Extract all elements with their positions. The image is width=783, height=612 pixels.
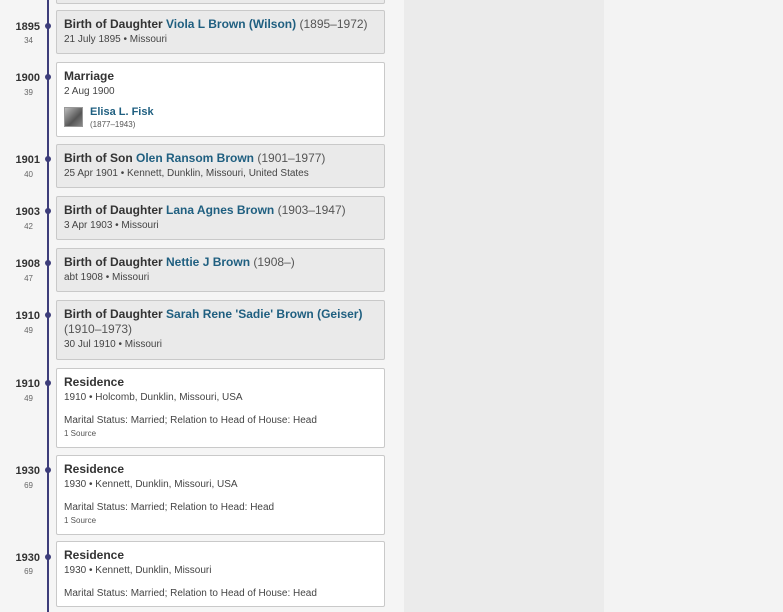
event-year: 1910: [15, 378, 40, 390]
timeline-dot: [45, 467, 51, 473]
event-date-place: 25 Apr 1901 • Kennett, Dunklin, Missouri…: [64, 168, 309, 179]
event-title: Residence: [64, 375, 125, 389]
event-title: Residence: [64, 548, 125, 562]
event-date-place: 1930 • Kennett, Dunklin, Missouri, USA: [64, 479, 238, 490]
event-year: 1910: [15, 310, 40, 322]
event-kind: Birth of Son: [64, 151, 133, 165]
event-year: 1901: [15, 154, 40, 166]
event-title: Marriage: [64, 69, 115, 83]
event-kind: Birth of Daughter: [64, 203, 163, 217]
event-title: Birth of Daughter Nettie J Brown (1908–): [64, 255, 377, 270]
timeline-dot: [45, 23, 51, 29]
person-link[interactable]: Olen Ransom Brown: [136, 151, 254, 165]
event-title: Birth of Daughter Viola L Brown (Wilson)…: [64, 17, 377, 32]
person-link[interactable]: Sarah Rene 'Sadie' Brown (Geiser): [166, 307, 362, 321]
person-dates: (1903–1947): [277, 203, 346, 217]
event-age: 42: [24, 222, 33, 231]
event-detail: Marital Status: Married; Relation to Hea…: [64, 588, 317, 599]
event-year: 1930: [15, 465, 40, 477]
avatar: [64, 107, 83, 127]
event-detail: Marital Status: Married; Relation to Hea…: [64, 502, 275, 513]
event-age: 47: [24, 274, 33, 283]
event-title: Birth of Daughter Sarah Rene 'Sadie' Bro…: [64, 307, 377, 337]
timeline-dot: [45, 380, 51, 386]
event-date-place: 21 July 1895 • Missouri: [64, 34, 167, 45]
event-age: 49: [24, 326, 33, 335]
timeline-dot: [45, 312, 51, 318]
event-card[interactable]: Residence 1930 • Kennett, Dunklin, Misso…: [56, 541, 385, 607]
person-link[interactable]: Lana Agnes Brown: [166, 203, 274, 217]
spouse-dates: (1877–1943): [90, 120, 136, 129]
timeline-dot: [45, 260, 51, 266]
event-age: 49: [24, 394, 33, 403]
timeline-dot: [45, 74, 51, 80]
timeline-dot: [45, 554, 51, 560]
event-card[interactable]: Residence 1910 • Holcomb, Dunklin, Misso…: [56, 368, 385, 448]
event-card[interactable]: Marriage 2 Aug 1900 Elisa L. Fisk (1877–…: [56, 62, 385, 137]
event-year: 1908: [15, 258, 40, 270]
person-dates: (1908–): [253, 255, 295, 269]
event-title: Residence: [64, 462, 125, 476]
timeline-dot: [45, 156, 51, 162]
event-date-place: 30 Jul 1910 • Missouri: [64, 339, 162, 350]
event-age: 69: [24, 481, 33, 490]
person-link[interactable]: Nettie J Brown: [166, 255, 250, 269]
event-date-place: 1910 • Holcomb, Dunklin, Missouri, USA: [64, 392, 243, 403]
event-age: 40: [24, 170, 33, 179]
source-link[interactable]: 1 Source: [64, 516, 377, 525]
right-panel: [604, 0, 783, 612]
event-year: 1895: [15, 21, 40, 33]
event-kind: Birth of Daughter: [64, 17, 163, 31]
event-year: 1903: [15, 206, 40, 218]
event-title: Birth of Son Olen Ransom Brown (1901–197…: [64, 151, 377, 166]
event-detail: Marital Status: Married; Relation to Hea…: [64, 415, 317, 426]
person-dates: (1910–1973): [64, 322, 133, 336]
event-title: Birth of Daughter Lana Agnes Brown (1903…: [64, 203, 377, 218]
event-age: 39: [24, 88, 33, 97]
event-card[interactable]: Birth of Daughter Viola L Brown (Wilson)…: [56, 10, 385, 54]
event-kind: Birth of Daughter: [64, 255, 163, 269]
spouse-entry[interactable]: Elisa L. Fisk (1877–1943): [64, 106, 377, 129]
event-date-place: 1930 • Kennett, Dunklin, Missouri: [64, 565, 212, 576]
event-year: 1930: [15, 552, 40, 564]
event-card[interactable]: Residence 1930 • Kennett, Dunklin, Misso…: [56, 455, 385, 535]
middle-panel: [404, 0, 604, 612]
event-year: 1900: [15, 72, 40, 84]
event-card[interactable]: Birth of Daughter Sarah Rene 'Sadie' Bro…: [56, 300, 385, 360]
event-kind: Birth of Daughter: [64, 307, 163, 321]
event-card[interactable]: Birth of Daughter Lana Agnes Brown (1903…: [56, 196, 385, 240]
person-dates: (1895–1972): [299, 17, 368, 31]
timeline-line: [47, 0, 49, 612]
event-date: 2 Aug 1900: [64, 86, 115, 97]
source-link[interactable]: 1 Source: [64, 429, 377, 438]
event-card[interactable]: Birth of Son Olen Ransom Brown (1901–197…: [56, 144, 385, 188]
event-date-place: 3 Apr 1903 • Missouri: [64, 220, 159, 231]
event-date-place: abt 1908 • Missouri: [64, 272, 150, 283]
person-dates: (1901–1977): [257, 151, 326, 165]
person-link[interactable]: Viola L Brown (Wilson): [166, 17, 296, 31]
event-card[interactable]: Birth of Daughter Nettie J Brown (1908–)…: [56, 248, 385, 292]
event-age: 34: [24, 36, 33, 45]
event-age: 69: [24, 567, 33, 576]
timeline-dot: [45, 208, 51, 214]
event-card-partial[interactable]: [56, 0, 385, 4]
spouse-name-link[interactable]: Elisa L. Fisk: [90, 106, 154, 118]
